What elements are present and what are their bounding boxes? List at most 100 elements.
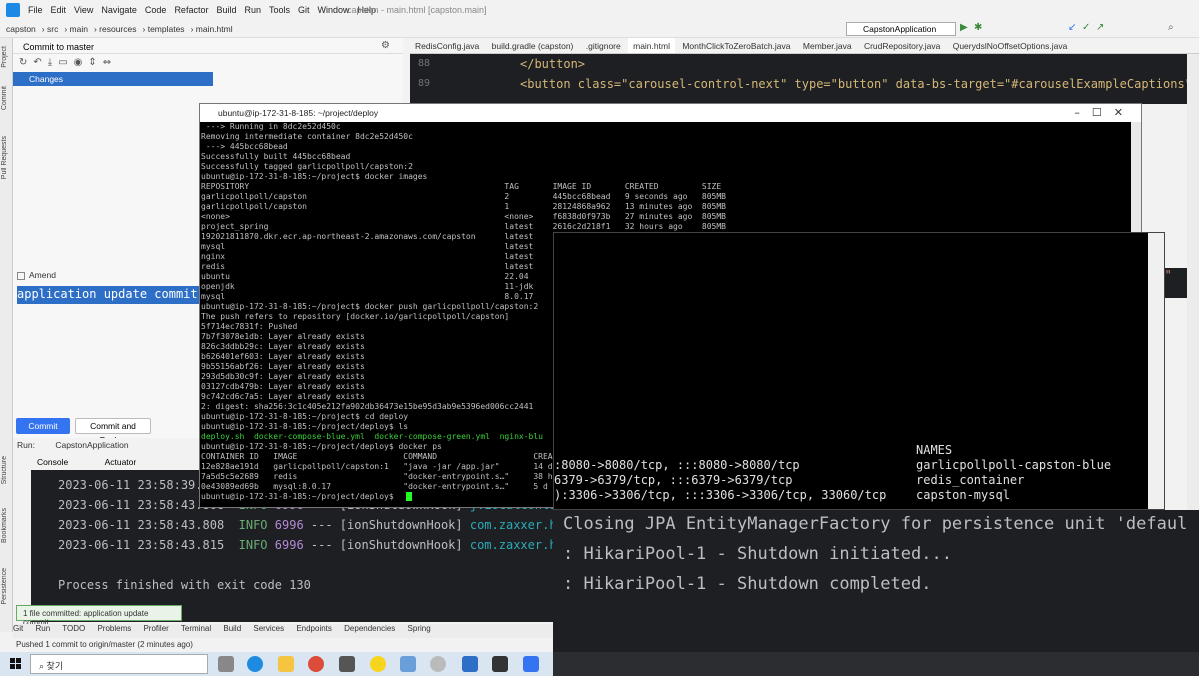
tab-redisconfig[interactable]: RedisConfig.java — [410, 38, 484, 53]
tool-tab-profiler[interactable]: Profiler — [143, 624, 168, 633]
tool-project[interactable]: Project — [1, 46, 8, 68]
log-line: Closing JPA EntityManagerFactory for per… — [563, 514, 1188, 534]
tool-structure[interactable]: Structure — [1, 456, 8, 484]
app-icon[interactable] — [523, 656, 539, 672]
run-icon[interactable]: ▶ — [960, 22, 970, 34]
commit-message-field[interactable]: application update commit — [17, 286, 203, 304]
settings-icon[interactable] — [339, 656, 355, 672]
menu-tools[interactable]: Tools — [269, 5, 290, 15]
debug-icon[interactable]: ✱ — [974, 22, 984, 34]
app-icon[interactable] — [400, 656, 416, 672]
tool-tab-spring[interactable]: Spring — [408, 624, 431, 633]
breadcrumb-item[interactable]: templates — [148, 24, 185, 34]
menu-navigate[interactable]: Navigate — [101, 5, 137, 15]
explorer-icon[interactable] — [278, 656, 294, 672]
menu-refactor[interactable]: Refactor — [174, 5, 208, 15]
terminal-line: 826c3ddbb29c: Layer already exists — [201, 342, 365, 351]
window-controls: –☐✕ — [1074, 106, 1135, 119]
commit-toolbar: ↻ ↶ ⤓ ▭ ◉ ⇕ ⇔ — [13, 55, 213, 71]
diff-icon[interactable]: ▭ — [58, 57, 67, 69]
kakaotalk-icon[interactable] — [370, 656, 386, 672]
search-icon[interactable]: ⌕ — [1168, 22, 1178, 34]
chrome-icon[interactable] — [308, 656, 324, 672]
log-output-large: Closing JPA EntityManagerFactory for per… — [553, 510, 1199, 652]
maximize-icon[interactable]: ☐ — [1092, 106, 1114, 119]
putty-icon[interactable] — [462, 656, 478, 672]
breadcrumb-item[interactable]: resources — [99, 24, 136, 34]
minimize-icon[interactable]: – — [1074, 106, 1092, 119]
ports-cell: 6379->6379/tcp, :::6379->6379/tcp — [554, 473, 793, 487]
run-config-tab[interactable]: CapstonApplication — [55, 440, 128, 450]
commit-button[interactable]: Commit — [16, 418, 70, 434]
git-commit-icon[interactable]: ✓ — [1082, 22, 1092, 34]
terminal-line: 03127cdb479b: Layer already exists — [201, 382, 365, 391]
docker-ps-output-window[interactable]: NAMES :8080->8080/tcp, :::8080->8080/tcp… — [553, 232, 1165, 510]
git-update-icon[interactable]: ↙ — [1068, 22, 1078, 34]
tool-tab-build[interactable]: Build — [223, 624, 241, 633]
tool-tab-services[interactable]: Services — [253, 624, 284, 633]
refresh-icon[interactable]: ↻ — [19, 57, 27, 69]
git-push-icon[interactable]: ↗ — [1096, 22, 1106, 34]
terminal-line: 293d5db30c9f: Layer already exists — [201, 372, 365, 381]
run-config-select[interactable]: CapstonApplication — [846, 22, 956, 36]
edge-icon[interactable] — [247, 656, 263, 672]
log-line: : HikariPool-1 - Shutdown completed. — [563, 574, 932, 594]
menu-edit[interactable]: Edit — [51, 5, 67, 15]
menu-code[interactable]: Code — [145, 5, 167, 15]
breadcrumb-item[interactable]: capston — [6, 24, 36, 34]
tab-querydsl[interactable]: QuerydslNoOffsetOptions.java — [948, 38, 1073, 53]
menu-view[interactable]: View — [74, 5, 93, 15]
tool-tab-run[interactable]: Run — [35, 624, 50, 633]
commit-and-push-button[interactable]: Commit and Push... — [75, 418, 151, 445]
log-line: : HikariPool-1 - Shutdown initiated... — [563, 544, 952, 564]
breadcrumb-item[interactable]: main.html — [196, 24, 233, 34]
taskbar-search[interactable]: ⌕ 찾기 — [30, 654, 208, 674]
tool-tab-todo[interactable]: TODO — [62, 624, 85, 633]
changes-group[interactable]: Changes — [13, 72, 213, 86]
tab-main-html[interactable]: main.html — [628, 38, 675, 53]
tab-crudrepository[interactable]: CrudRepository.java — [859, 38, 945, 53]
download-icon[interactable]: ⤓ — [48, 57, 52, 69]
scrollbar[interactable] — [1148, 233, 1164, 509]
tool-tab-dependencies[interactable]: Dependencies — [344, 624, 395, 633]
terminal-line: 7b7f3078e1db: Layer already exists — [201, 332, 365, 341]
code-editor[interactable]: 88 </button> 89 <button class="carousel-… — [410, 54, 1199, 104]
tool-tab-problems[interactable]: Problems — [97, 624, 131, 633]
menu-git[interactable]: Git — [298, 5, 310, 15]
paint-icon[interactable] — [430, 656, 446, 672]
checkbox-box[interactable] — [17, 271, 25, 280]
rollback-icon[interactable]: ↶ — [33, 57, 41, 69]
intellij-icon[interactable] — [492, 656, 508, 672]
menu-window[interactable]: Window — [318, 5, 350, 15]
tab-monthclick[interactable]: MonthClickToZeroBatch.java — [677, 38, 795, 53]
tool-tab-git[interactable]: Git — [13, 624, 23, 633]
task-view-icon[interactable] — [218, 656, 234, 672]
menu-file[interactable]: File — [28, 5, 43, 15]
windows-start-icon[interactable] — [10, 658, 22, 670]
tool-persistence[interactable]: Persistence — [1, 568, 8, 605]
tab-gitignore[interactable]: .gitignore — [581, 38, 626, 53]
menu-run[interactable]: Run — [244, 5, 261, 15]
tool-commit[interactable]: Commit — [1, 86, 8, 110]
terminal-line: nginx latest i — [201, 252, 558, 261]
breadcrumb-item[interactable]: src — [47, 24, 58, 34]
tool-tab-endpoints[interactable]: Endpoints — [296, 624, 332, 633]
terminal-line: ubuntu 22.04 3 — [201, 272, 558, 281]
tab-actuator[interactable]: Actuator — [105, 457, 137, 467]
expand-icon[interactable]: ⇕ — [88, 57, 96, 69]
tab-build-gradle[interactable]: build.gradle (capston) — [487, 38, 579, 53]
view-icon[interactable]: ◉ — [74, 57, 83, 69]
settings-gear-icon[interactable]: ⚙ — [381, 40, 390, 51]
tab-member[interactable]: Member.java — [798, 38, 857, 53]
breadcrumb-item[interactable]: main — [70, 24, 88, 34]
collapse-icon[interactable]: ⇔ — [103, 57, 111, 69]
commit-notification[interactable]: 1 file committed: application update com… — [16, 605, 182, 627]
console-line: 2023-06-11 23:58:39.5 — [58, 478, 210, 492]
tab-console[interactable]: Console — [37, 457, 68, 467]
menu-build[interactable]: Build — [216, 5, 236, 15]
amend-checkbox[interactable]: Amend — [17, 270, 56, 280]
tool-bookmarks[interactable]: Bookmarks — [1, 508, 8, 543]
close-icon[interactable]: ✕ — [1114, 106, 1135, 119]
tool-tab-terminal[interactable]: Terminal — [181, 624, 211, 633]
tool-pull-requests[interactable]: Pull Requests — [1, 136, 8, 179]
